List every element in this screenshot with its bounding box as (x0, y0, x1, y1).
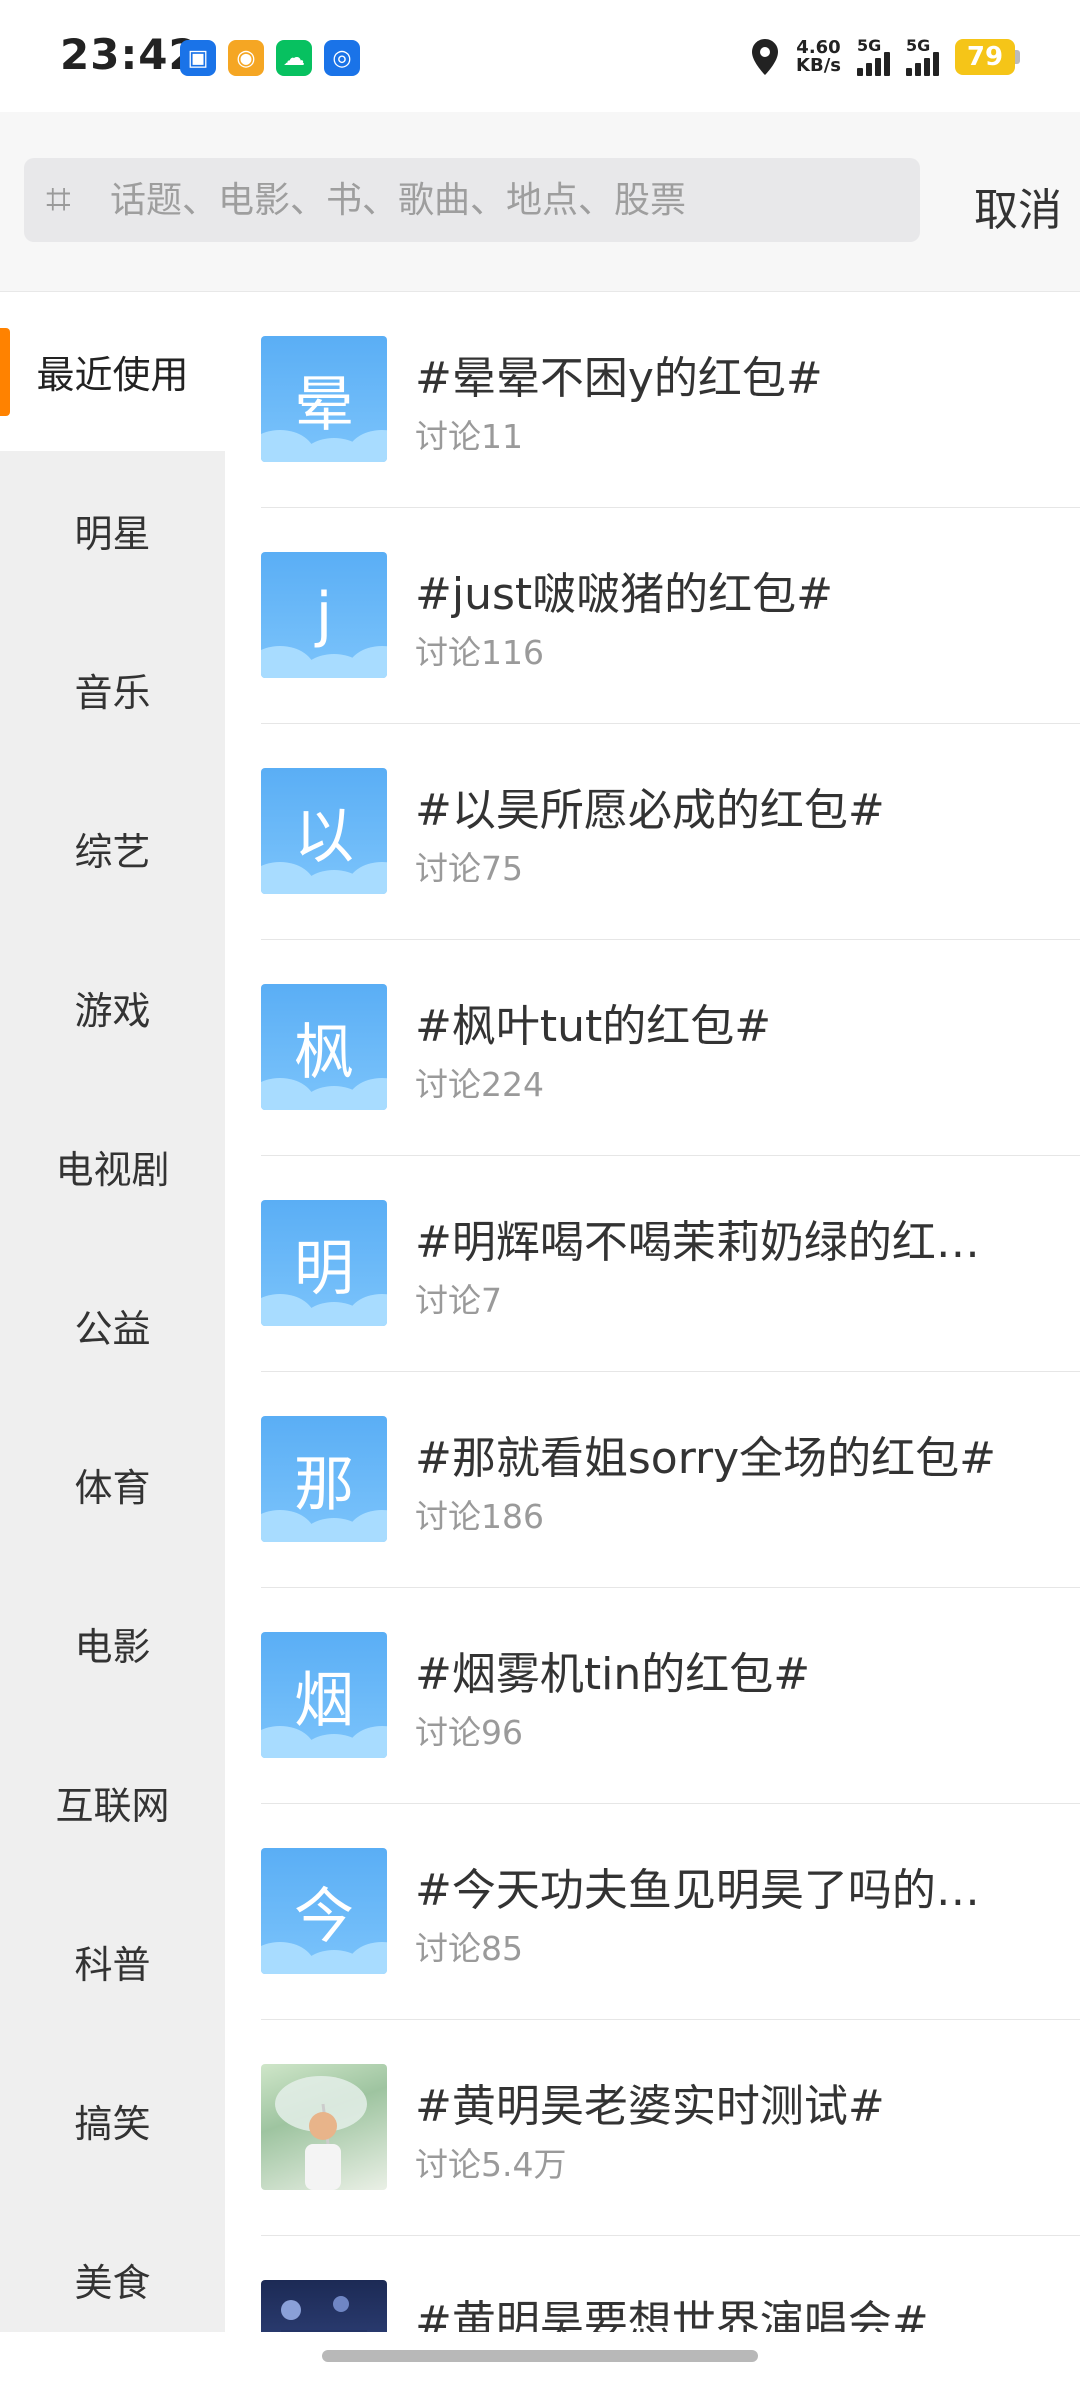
topic-item[interactable]: 晕 #晕晕不困y的红包# 讨论11 (225, 292, 1080, 508)
signal-icon: 5G (906, 36, 939, 76)
topic-title: #明辉喝不喝茉莉奶绿的红… (415, 1217, 980, 1268)
topic-thumbnail: 以 (261, 768, 387, 894)
topic-discussion-count: 讨论7 (415, 1281, 502, 1320)
topic-thumbnail: j (261, 552, 387, 678)
topic-title: #那就看姐sorry全场的红包# (415, 1433, 997, 1484)
sidebar-item-food[interactable]: 美食 (0, 2200, 225, 2359)
topic-item[interactable]: 明 #明辉喝不喝茉莉奶绿的红… 讨论7 (225, 1156, 1080, 1372)
topic-thumbnail: 那 (261, 1416, 387, 1542)
search-header: ⌗ 取消 (0, 112, 1080, 292)
sidebar-item-science[interactable]: 科普 (0, 1882, 225, 2041)
topic-photo-thumbnail (261, 2064, 387, 2190)
topic-title: #just啵啵猪的红包# (415, 569, 834, 620)
battery-icon: 79 (955, 39, 1020, 75)
topic-title: #枫叶tut的红包# (415, 1001, 772, 1052)
sidebar-item-charity[interactable]: 公益 (0, 1246, 225, 1405)
search-input[interactable] (110, 179, 890, 221)
status-indicators: 4.60 KB/s 5G 5G 79 (750, 30, 1020, 84)
sidebar-item-variety[interactable]: 综艺 (0, 769, 225, 928)
topic-discussion-count: 讨论224 (415, 1065, 544, 1104)
status-time: 23:42 (60, 30, 199, 79)
category-sidebar: 最近使用 明星 音乐 综艺 游戏 电视剧 公益 体育 电影 互联网 科普 搞笑 … (0, 292, 225, 2332)
topic-title: #以昊所愿必成的红包# (415, 785, 885, 836)
sidebar-item-games[interactable]: 游戏 (0, 928, 225, 1087)
topic-title: #晕晕不困y的红包# (415, 353, 823, 404)
topic-title: #黄明昊老婆实时测试# (415, 2081, 885, 2132)
search-box[interactable]: ⌗ (24, 158, 920, 242)
home-indicator[interactable] (322, 2350, 758, 2362)
broadcast-icon: ◎ (324, 40, 360, 76)
tv-icon: ▣ (180, 40, 216, 76)
topic-item[interactable]: #黄明昊老婆实时测试# 讨论5.4万 (225, 2020, 1080, 2236)
topic-discussion-count: 讨论116 (415, 633, 544, 672)
topic-discussion-count: 讨论5.4万 (415, 2145, 567, 2184)
topic-thumbnail: 烟 (261, 1632, 387, 1758)
topic-discussion-count: 讨论11 (415, 417, 523, 456)
wechat-icon: ☁ (276, 40, 312, 76)
topic-title: #烟雾机tin的红包# (415, 1649, 811, 1700)
sidebar-item-celebrity[interactable]: 明星 (0, 451, 225, 610)
sidebar-item-recent[interactable]: 最近使用 (0, 292, 225, 451)
sidebar-item-music[interactable]: 音乐 (0, 610, 225, 769)
topic-thumbnail: 枫 (261, 984, 387, 1110)
topic-thumbnail: 晕 (261, 336, 387, 462)
topic-discussion-count: 讨论75 (415, 849, 523, 888)
status-bar: 23:42 ▣ ◉ ☁ ◎ 4.60 KB/s 5G 5G 79 (0, 0, 1080, 112)
location-icon (750, 37, 780, 77)
sidebar-item-internet[interactable]: 互联网 (0, 1723, 225, 1882)
topic-item[interactable]: 烟 #烟雾机tin的红包# 讨论96 (225, 1588, 1080, 1804)
topic-title: #黄明昊要想世界演唱会# (415, 2297, 929, 2332)
sidebar-item-comedy[interactable]: 搞笑 (0, 2041, 225, 2200)
sidebar-item-tv-series[interactable]: 电视剧 (0, 1087, 225, 1246)
sidebar-item-sports[interactable]: 体育 (0, 1405, 225, 1564)
topic-thumbnail: 明 (261, 1200, 387, 1326)
cancel-button[interactable]: 取消 (974, 174, 1062, 238)
topic-item[interactable]: #黄明昊要想世界演唱会# (225, 2236, 1080, 2332)
network-speed: 4.60 KB/s (796, 37, 841, 76)
notification-icons: ▣ ◉ ☁ ◎ (180, 40, 360, 76)
topic-item[interactable]: 枫 #枫叶tut的红包# 讨论224 (225, 940, 1080, 1156)
topic-item[interactable]: 以 #以昊所愿必成的红包# 讨论75 (225, 724, 1080, 940)
topic-item[interactable]: j #just啵啵猪的红包# 讨论116 (225, 508, 1080, 724)
topic-photo-thumbnail (261, 2280, 387, 2332)
topic-thumbnail: 今 (261, 1848, 387, 1974)
signal-icon: 5G (857, 36, 890, 76)
topic-discussion-count: 讨论85 (415, 1929, 523, 1968)
topic-title: #今天功夫鱼见明昊了吗的… (415, 1865, 980, 1916)
weibo-icon: ◉ (228, 40, 264, 76)
topic-list: 晕 #晕晕不困y的红包# 讨论11 j #just啵啵猪的红包# 讨论116 以… (225, 292, 1080, 2332)
topic-discussion-count: 讨论96 (415, 1713, 523, 1752)
sidebar-item-movies[interactable]: 电影 (0, 1564, 225, 1723)
topic-item[interactable]: 那 #那就看姐sorry全场的红包# 讨论186 (225, 1372, 1080, 1588)
hashtag-icon: ⌗ (46, 174, 71, 225)
topic-item[interactable]: 今 #今天功夫鱼见明昊了吗的… 讨论85 (225, 1804, 1080, 2020)
topic-discussion-count: 讨论186 (415, 1497, 544, 1536)
